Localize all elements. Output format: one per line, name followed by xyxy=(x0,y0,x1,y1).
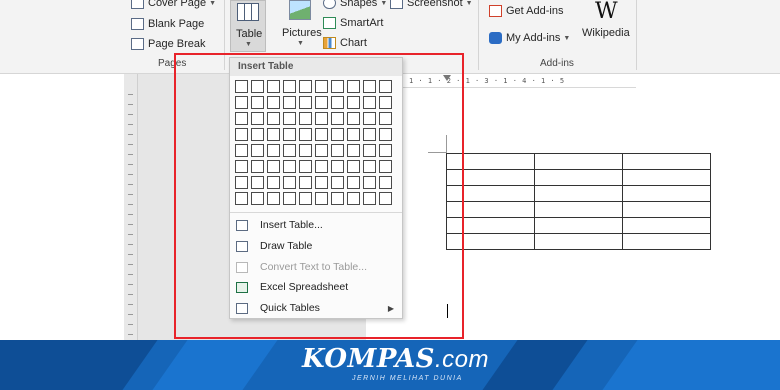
document-table[interactable] xyxy=(446,153,711,250)
word-window: Cover Page ▼ Blank Page Page Break Pages … xyxy=(0,0,780,390)
pictures-button[interactable]: Pictures ▼ xyxy=(280,0,322,52)
wikipedia-logo-icon: W xyxy=(595,0,618,24)
page-break-icon xyxy=(131,38,144,50)
table-cell[interactable] xyxy=(534,201,623,218)
banner-stripe xyxy=(0,340,158,390)
my-addins-button[interactable]: My Add-ins ▼ xyxy=(489,32,570,44)
banner-stripe xyxy=(152,340,278,390)
table-button[interactable]: Table ▼ xyxy=(230,0,266,52)
divider xyxy=(478,0,479,70)
my-addins-icon xyxy=(489,32,502,44)
table-icon xyxy=(237,3,259,21)
table-cell[interactable] xyxy=(534,153,623,170)
highlight-box xyxy=(174,53,464,339)
blank-page-button[interactable]: Blank Page xyxy=(131,18,204,30)
table-row xyxy=(446,233,711,250)
chevron-down-icon: ▼ xyxy=(380,0,388,7)
kompas-tagline: JERNIH MELIHAT DUNIA xyxy=(352,375,463,382)
pictures-icon xyxy=(289,0,311,20)
get-addins-button[interactable]: Get Add-ins xyxy=(489,5,563,17)
table-cell[interactable] xyxy=(622,169,711,186)
shapes-icon xyxy=(323,0,336,9)
smartart-icon xyxy=(323,17,336,29)
divider xyxy=(636,0,637,70)
cover-page-button[interactable]: Cover Page ▼ xyxy=(131,0,216,9)
cover-page-icon xyxy=(131,0,144,9)
table-row xyxy=(446,217,711,234)
chevron-down-icon: ▼ xyxy=(297,40,304,47)
table-cell[interactable] xyxy=(622,217,711,234)
shapes-button[interactable]: Shapes ▼ xyxy=(323,0,387,9)
table-row xyxy=(446,153,711,170)
chevron-down-icon: ▼ xyxy=(563,34,571,42)
ruler-track xyxy=(128,94,133,340)
chart-button[interactable]: Chart xyxy=(323,37,367,49)
page-break-button[interactable]: Page Break xyxy=(131,38,205,50)
banner-stripe xyxy=(602,340,780,390)
table-cell[interactable] xyxy=(622,153,711,170)
table-row xyxy=(446,201,711,218)
vertical-ruler[interactable] xyxy=(124,74,138,340)
kompas-logo: KOMPAS.com xyxy=(302,344,489,374)
addins-group-label: Add-ins xyxy=(540,58,574,69)
store-icon xyxy=(489,5,502,17)
table-cell[interactable] xyxy=(622,233,711,250)
table-cell[interactable] xyxy=(622,185,711,202)
screenshot-icon xyxy=(390,0,403,9)
left-margin xyxy=(0,74,120,340)
kompas-banner: KOMPAS.com JERNIH MELIHAT DUNIA xyxy=(0,340,780,390)
table-cell[interactable] xyxy=(534,217,623,234)
blank-page-icon xyxy=(131,18,144,30)
table-cell[interactable] xyxy=(622,201,711,218)
table-row xyxy=(446,169,711,186)
banner-stripe xyxy=(482,340,588,390)
chart-icon xyxy=(323,37,336,49)
screenshot-button[interactable]: Screenshot ▼ xyxy=(390,0,473,9)
smartart-button[interactable]: SmartArt xyxy=(323,17,383,29)
chevron-down-icon: ▼ xyxy=(245,41,252,48)
table-row xyxy=(446,185,711,202)
wikipedia-button[interactable]: W Wikipedia xyxy=(582,0,632,50)
chevron-down-icon: ▼ xyxy=(465,0,473,7)
chevron-down-icon: ▼ xyxy=(209,0,217,7)
table-cell[interactable] xyxy=(534,169,623,186)
table-cell[interactable] xyxy=(534,233,623,250)
table-cell[interactable] xyxy=(534,185,623,202)
